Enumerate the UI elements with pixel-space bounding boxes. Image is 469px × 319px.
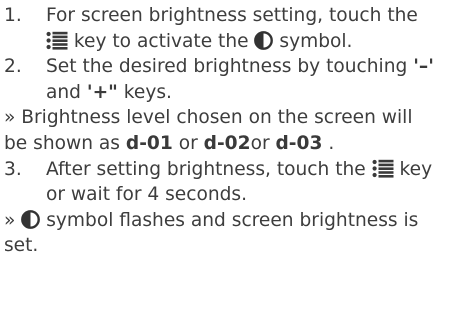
step-3-text-3: or wait for 4 seconds. [46, 184, 248, 206]
step-2-line-2: and '+" keys. [4, 80, 466, 106]
step-1-text-1: For screen brightness setting, touch the [46, 5, 418, 26]
step-3-line-2: or wait for 4 seconds. [4, 182, 466, 208]
note-1-end: . [322, 132, 335, 154]
level-d02: d-02 [203, 132, 251, 154]
brightness-icon [254, 30, 274, 58]
step-3-text-2: key [393, 158, 433, 180]
step-3-text-1: After setting brightness, touch the [46, 158, 372, 180]
step-1-line-1: 1. For screen brightness setting, touch t… [4, 3, 466, 29]
step-2-number: 2. [4, 56, 22, 78]
step-1-text-2: key to activate the [68, 30, 255, 52]
note-1-line-1: » Brightness level chosen on the screen … [4, 105, 466, 131]
step-2-text-and: and [46, 81, 87, 103]
level-d01: d-01 [125, 132, 173, 154]
brightness-instructions: 1. For screen brightness setting, touch t… [4, 3, 466, 259]
note-2-text-1: symbol flashes and screen brightness is [40, 209, 419, 231]
step-1-text-3: symbol. [273, 30, 353, 52]
note-1-line-2: be shown as d-01 or d-02or d-03 . [4, 131, 466, 157]
step-1-line-2: key to activate the symbol. [4, 29, 466, 55]
step-3-number: 3. [4, 158, 22, 180]
step-2-line-1: 2. Set the desired brightness by touching… [4, 54, 466, 80]
note-1-prefix: be shown as [4, 132, 126, 154]
menu-key-icon [372, 159, 394, 186]
note-1-or-2: or [250, 132, 276, 154]
step-2-text-1: Set the desired brightness by touching [46, 56, 414, 78]
note-2-prefix: » [4, 209, 22, 231]
note-2-line-1: » symbol flashes and screen brightness i… [4, 208, 466, 234]
note-1-text-1: » Brightness level chosen on the screen … [4, 107, 413, 129]
note-2-line-2: set. [4, 233, 466, 259]
note-2-text-2: set. [4, 235, 39, 257]
plus-key-label: '+" [86, 81, 118, 103]
menu-key-icon [46, 31, 68, 58]
note-1-or-1: or [172, 132, 204, 154]
step-2-text-end: keys. [117, 81, 172, 103]
level-d03: d-03 [275, 132, 323, 154]
step-3-line-1: 3. After setting brightness, touch the ke… [4, 157, 466, 183]
brightness-icon [21, 209, 41, 237]
step-1-number: 1. [4, 5, 22, 26]
minus-key-label: '–' [413, 56, 434, 78]
